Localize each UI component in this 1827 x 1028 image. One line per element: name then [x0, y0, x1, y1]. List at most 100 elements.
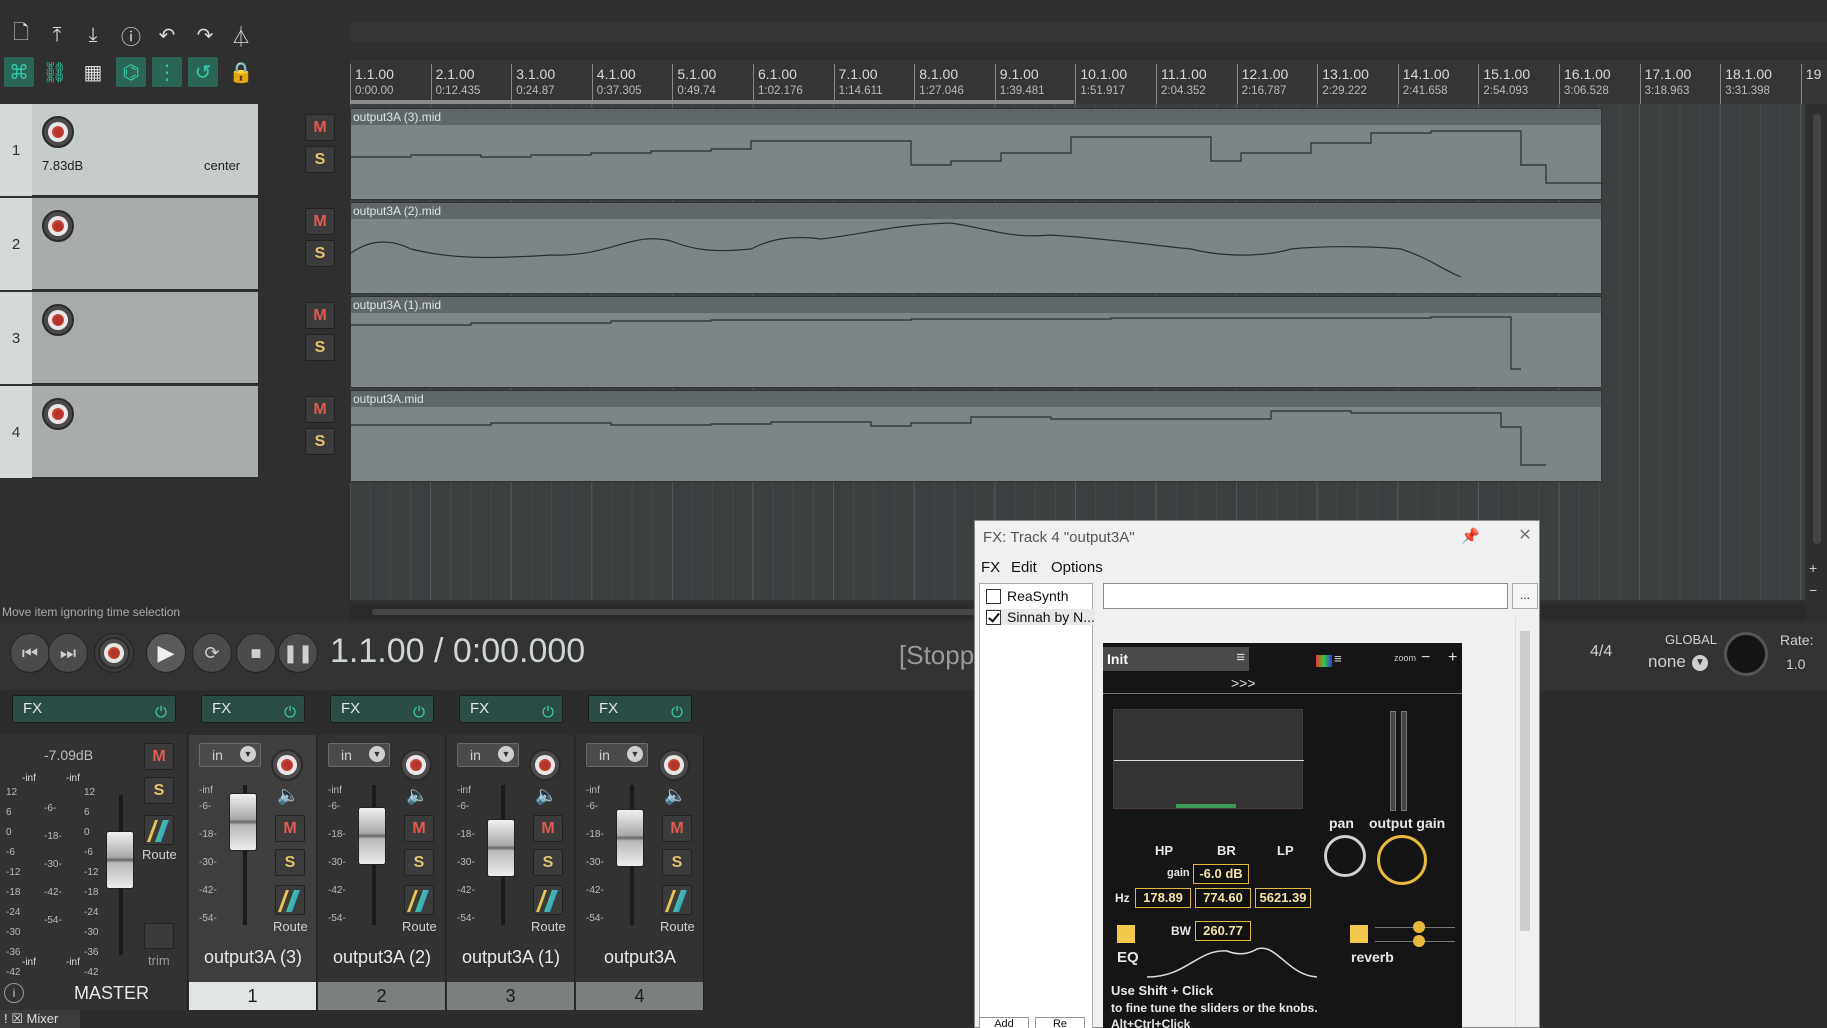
strip-number[interactable]: 1 — [189, 982, 317, 1010]
arrange-vscroll[interactable]: + − — [1806, 104, 1827, 600]
pause-button[interactable]: ❚❚ — [278, 633, 318, 673]
sinnah-plugin-gui[interactable]: Init ≡ ≡ zoom − + >>> HP BR LP gain -6.0… — [1103, 643, 1462, 1028]
record-arm-button[interactable] — [42, 116, 74, 148]
lp-hz-value[interactable]: 5621.39 — [1255, 888, 1311, 908]
ruler-marker[interactable]: 2.1.00 0:12.435 — [430, 64, 480, 104]
ruler-marker[interactable]: 7.1.00 1:14.611 — [833, 64, 883, 104]
volume-fader[interactable] — [616, 809, 644, 867]
playrate-knob[interactable] — [1724, 632, 1768, 676]
play-button[interactable]: ▶ — [146, 633, 186, 673]
zoom-out-button[interactable]: − — [1421, 649, 1430, 667]
track-number[interactable]: 3 — [0, 292, 32, 384]
eq-enable-toggle[interactable] — [1117, 925, 1135, 943]
route-icon[interactable] — [662, 885, 692, 915]
record-arm-button[interactable] — [42, 304, 74, 336]
record-arm-button[interactable] — [529, 749, 561, 781]
render-icon[interactable]: ⤓ — [78, 20, 108, 50]
hp-hz-value[interactable]: 178.89 — [1135, 888, 1191, 908]
zoom-in-icon[interactable]: + — [1809, 560, 1817, 576]
track-control-panel[interactable]: 4 — [0, 386, 258, 478]
ruler-marker[interactable]: 19 — [1800, 64, 1821, 104]
track-volume[interactable]: 7.83dB — [42, 158, 83, 173]
midi-item[interactable]: output3A (1).mid — [350, 296, 1602, 388]
midi-item[interactable]: output3A (2).mid — [350, 202, 1602, 294]
preset-header[interactable]: Init ≡ — [1103, 647, 1249, 671]
link-icon[interactable]: ⛓ — [40, 57, 70, 87]
ruler-marker[interactable]: 6.1.00 1:02.176 — [753, 64, 803, 104]
track-solo-button[interactable]: S — [305, 334, 335, 361]
route-label[interactable]: Route — [273, 919, 308, 934]
snap-grid-icon[interactable]: ⋮ — [152, 57, 182, 87]
track-control-panel[interactable]: 1 7.83dB center — [0, 104, 258, 196]
close-icon[interactable]: ! ☒ — [4, 1011, 27, 1026]
undo-icon[interactable]: ↶ — [152, 20, 182, 50]
strip-mute-button[interactable]: M — [404, 815, 434, 842]
master-mute-button[interactable]: M — [144, 743, 174, 770]
rate-value[interactable]: 1.0 — [1786, 656, 1805, 672]
ruler-marker[interactable]: 10.1.00 1:51.917 — [1075, 64, 1127, 104]
bw-value[interactable]: 260.77 — [1195, 921, 1251, 941]
power-icon[interactable]: ⏻ — [542, 700, 554, 726]
strip-solo-button[interactable]: S — [275, 849, 305, 876]
remove-fx-button[interactable]: Re — [1035, 1017, 1085, 1028]
reverb-slider-2[interactable] — [1375, 935, 1455, 947]
strip-solo-button[interactable]: S — [404, 849, 434, 876]
hamburger-icon[interactable]: ≡ — [1236, 649, 1245, 666]
ruler-marker[interactable]: 17.1.00 3:18.963 — [1639, 64, 1691, 104]
ruler-marker[interactable]: 15.1.00 2:54.093 — [1478, 64, 1530, 104]
record-arm-button[interactable] — [400, 749, 432, 781]
record-arm-button[interactable] — [42, 210, 74, 242]
volume-fader[interactable] — [229, 793, 257, 851]
checkbox-checked[interactable] — [986, 610, 1001, 625]
track-control-panel[interactable]: 3 — [0, 292, 258, 384]
chevron-down-icon[interactable]: ▼ — [1692, 655, 1708, 671]
track-control-panel[interactable]: 2 — [0, 198, 258, 290]
global-automation-value[interactable]: none — [1648, 652, 1686, 672]
master-route-label[interactable]: Route — [142, 847, 177, 862]
loop-icon[interactable]: ↺ — [188, 57, 218, 87]
strip-name[interactable]: output3A (2) — [318, 947, 446, 968]
volume-fader[interactable] — [358, 807, 386, 865]
zoom-out-icon[interactable]: − — [1809, 582, 1817, 598]
info-icon[interactable]: ⓘ — [116, 20, 146, 50]
fx-chain-item-sinnah[interactable]: Sinnah by N... — [986, 609, 1095, 625]
input-select[interactable]: in ▼ — [328, 743, 390, 767]
checkbox[interactable] — [986, 589, 1001, 604]
go-start-button[interactable]: ⏮ — [10, 633, 50, 673]
time-signature[interactable]: 4/4 — [1590, 643, 1612, 661]
add-fx-button[interactable]: Add — [979, 1017, 1029, 1028]
strip-mute-button[interactable]: M — [533, 815, 563, 842]
master-fader[interactable] — [106, 831, 134, 889]
input-select[interactable]: in ▼ — [457, 743, 519, 767]
ruler-marker[interactable]: 8.1.00 1:27.046 — [914, 64, 964, 104]
grid-icon[interactable]: ▦ — [78, 57, 108, 87]
menu-options[interactable]: Options — [1051, 559, 1103, 576]
ripple-edit-icon[interactable]: ⌘ — [4, 57, 34, 87]
speaker-icon[interactable]: 🔈 — [664, 785, 686, 806]
fx-chain-list[interactable]: ReaSynth Sinnah by N... — [979, 583, 1095, 1028]
track-mute-button[interactable]: M — [305, 208, 335, 235]
ruler-marker[interactable]: 14.1.00 2:41.658 — [1397, 64, 1450, 104]
reverb-slider-1[interactable] — [1375, 921, 1455, 933]
gain-value[interactable]: -6.0 dB — [1193, 864, 1249, 884]
br-hz-value[interactable]: 774.60 — [1195, 888, 1251, 908]
strip-number[interactable]: 2 — [318, 982, 446, 1010]
strip-name[interactable]: output3A — [576, 947, 704, 968]
route-icon[interactable] — [275, 885, 305, 915]
ruler-marker[interactable]: 1.1.00 0:00.00 — [350, 64, 394, 104]
stop-button[interactable]: ■ — [236, 633, 276, 673]
strip-solo-button[interactable]: S — [533, 849, 563, 876]
power-icon[interactable]: ⏻ — [155, 700, 167, 726]
new-file-icon[interactable]: 🗋 — [6, 20, 36, 50]
strip-number[interactable]: 3 — [447, 982, 575, 1010]
fx-window-vscroll[interactable] — [1515, 617, 1535, 1027]
power-icon[interactable]: ⏻ — [413, 700, 425, 726]
record-arm-button[interactable] — [271, 749, 303, 781]
master-trim-icon[interactable] — [144, 923, 174, 949]
route-label[interactable]: Route — [402, 919, 437, 934]
time-display[interactable]: 1.1.00 / 0:00.000 — [330, 632, 585, 671]
pan-knob[interactable] — [1324, 835, 1366, 877]
menu-fx[interactable]: FX — [981, 559, 1000, 576]
speaker-icon[interactable]: 🔈 — [406, 785, 428, 806]
auto-crossfade-icon[interactable]: ⌬ — [116, 57, 146, 87]
